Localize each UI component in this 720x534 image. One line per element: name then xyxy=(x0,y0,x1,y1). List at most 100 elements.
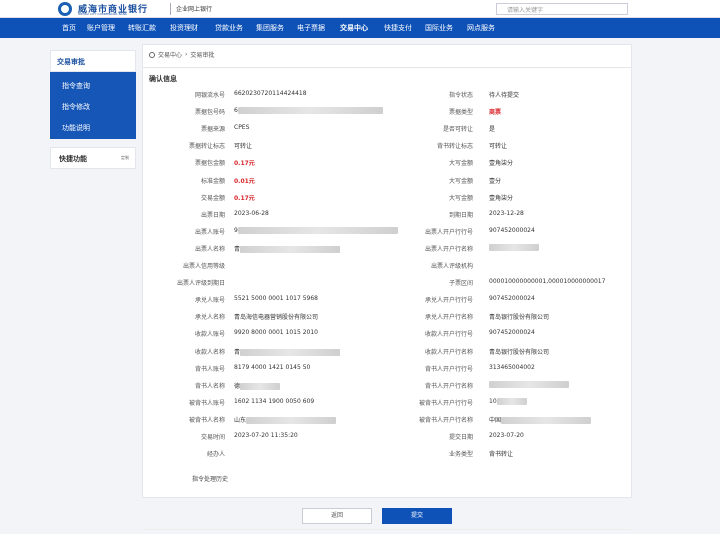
main-nav: 首页 账户管理 转账汇款 投资理财 贷款业务 集团服务 电子票据 交易中心 快捷… xyxy=(0,18,720,38)
redacted-mask xyxy=(489,243,539,251)
field-row: 被背书人名称 山东 被背书人开户行名称 中国 xyxy=(143,415,633,431)
field-label: 被背书人开户行行号 xyxy=(418,399,473,407)
field-value-text: 商票 xyxy=(489,109,502,117)
back-button[interactable]: 返回 xyxy=(302,508,372,524)
field-value: 10 xyxy=(489,397,527,405)
field-label: 被背书人开户行名称 xyxy=(418,416,473,424)
field-value: 山东 xyxy=(234,415,337,424)
field-label: 背书人账号 xyxy=(194,365,225,373)
quick-functions: 快捷功能 定制 xyxy=(50,147,136,169)
field-value-text: 5521 5000 0001 1017 5968 xyxy=(234,295,318,303)
field-row: 交易金额 0.17元 大写金额 壹角柒分 xyxy=(143,193,633,209)
nav-item-accounts[interactable]: 账户管理 xyxy=(87,23,115,33)
field-label: 背书人开户行名称 xyxy=(424,382,473,390)
quick-functions-title: 快捷功能 xyxy=(59,155,87,163)
field-label: 收款人开户行行号 xyxy=(424,331,473,339)
field-value-text: 壹角柒分 xyxy=(489,194,514,202)
field-value-text: 10 xyxy=(489,397,497,405)
field-value-text: 山东 xyxy=(234,416,247,424)
field-value: 可转让 xyxy=(234,141,252,150)
field-label: 业务类型 xyxy=(448,451,473,459)
field-value: 壹分 xyxy=(489,176,501,185)
nav-item-wealth[interactable]: 投资理财 xyxy=(170,23,198,33)
field-row: 承兑人账号 5521 5000 0001 1017 5968 承兑人开户行行号 907… xyxy=(143,295,633,311)
section-title: 确认信息 xyxy=(149,75,177,83)
field-value: 907452000024 xyxy=(489,295,535,302)
field-row: 票据包金额 0.17元 大写金额 壹角柒分 xyxy=(143,158,633,174)
field-value: 2023-06-28 xyxy=(234,210,269,217)
field-value: 0.17元 xyxy=(234,158,255,167)
nav-item-branches[interactable]: 网点服务 xyxy=(467,23,495,33)
field-row: 票据包号码 6 票据类型 商票 xyxy=(143,107,633,123)
field-value: 待人待提交 xyxy=(489,90,519,99)
field-value-text: 907452000024 xyxy=(489,226,535,234)
field-value: 2023-12-28 xyxy=(489,210,524,217)
breadcrumb: 交易中心 › 交易审批 xyxy=(149,50,214,59)
field-value-text: 1602 1134 1900 0050 609 xyxy=(234,397,315,405)
field-value-text: 313465004002 xyxy=(489,363,535,371)
breadcrumb-divider xyxy=(143,67,631,68)
field-value-text: 壹分 xyxy=(489,177,502,185)
field-value: 5521 5000 0001 1017 5968 xyxy=(234,295,318,302)
field-row: 出票人信用等级 出票人评级机构 xyxy=(143,261,633,277)
field-row: 经办人 业务类型 背书转让 xyxy=(143,449,633,465)
nav-item-loans[interactable]: 贷款业务 xyxy=(215,23,243,33)
field-label: 被背书人账号 xyxy=(188,399,225,407)
sidebar-title[interactable]: 交易审批 xyxy=(50,50,136,72)
field-row: 背书人名称 德 背书人开户行名称 xyxy=(143,380,633,397)
nav-item-trading-center[interactable]: 交易中心 xyxy=(340,23,368,33)
submit-button[interactable]: 提交 xyxy=(382,508,452,524)
field-value: 背书转让 xyxy=(489,449,513,458)
field-label: 大写金额 xyxy=(448,177,473,185)
bank-logo-icon[interactable] xyxy=(58,2,72,16)
field-value: 000010000000001,000010000000017 xyxy=(489,278,605,285)
breadcrumb-item[interactable]: 交易中心 xyxy=(158,50,182,59)
field-row: 出票人评级到期日 子票区间 000010000000001,000010000000… xyxy=(143,278,633,294)
nav-item-quickpay[interactable]: 快捷支付 xyxy=(384,23,412,33)
field-value-text: CPES xyxy=(234,124,250,132)
nav-item-group[interactable]: 集团服务 xyxy=(256,23,284,33)
field-label: 票据类型 xyxy=(448,109,473,117)
field-value: 6 xyxy=(234,107,383,115)
field-value-text: 2023-06-28 xyxy=(234,209,269,217)
field-value-text: 0.01元 xyxy=(234,177,255,185)
field-label: 子票区间 xyxy=(448,280,473,288)
sidebar-item-help[interactable]: 功能说明 xyxy=(50,116,136,137)
field-value: 6620230720114424418 xyxy=(234,90,307,97)
field-label: 大写金额 xyxy=(448,160,473,168)
redacted-mask xyxy=(501,416,592,424)
field-label: 背书人开户行行号 xyxy=(424,365,473,373)
field-value: 中国 xyxy=(489,415,592,424)
field-value-text: 2023-07-20 xyxy=(489,432,524,439)
field-value-text: 是 xyxy=(489,126,496,134)
sidebar-item-instruction-modify[interactable]: 指令修改 xyxy=(50,95,136,116)
field-label: 票据包金额 xyxy=(194,160,225,168)
field-value-text: 壹角柒分 xyxy=(489,160,514,168)
nav-item-home[interactable]: 首页 xyxy=(62,23,76,33)
nav-item-ebills[interactable]: 电子票据 xyxy=(297,23,325,33)
home-icon[interactable] xyxy=(149,51,155,58)
field-value-text: 6620230720114424418 xyxy=(234,90,307,97)
field-value: 8179 4000 1421 0145 50 xyxy=(234,364,310,371)
search-input[interactable]: 请输入关键字 xyxy=(496,3,628,15)
nav-item-international[interactable]: 国际业务 xyxy=(425,23,453,33)
field-label: 出票人开户行行号 xyxy=(424,228,473,236)
field-value-text: 待人待提交 xyxy=(489,92,520,99)
field-label: 票据包号码 xyxy=(194,109,225,117)
nav-item-transfer[interactable]: 转账汇款 xyxy=(128,23,156,33)
quick-functions-customize[interactable]: 定制 xyxy=(121,155,129,161)
field-value-text: 8179 4000 1421 0145 50 xyxy=(234,363,311,371)
field-value-text: 0.17元 xyxy=(234,160,255,168)
field-row: 票据转让标志 可转让 背书转让标志 可转让 xyxy=(143,141,633,157)
field-row: 标准金额 0.01元 大写金额 壹分 xyxy=(143,176,633,192)
field-label: 承兑人开户行名称 xyxy=(424,314,473,322)
field-value-text: 中国 xyxy=(489,416,502,424)
redacted-mask xyxy=(489,380,569,388)
field-value: 壹角柒分 xyxy=(489,158,513,167)
field-label: 是否可转让 xyxy=(442,126,473,134)
redacted-mask xyxy=(240,348,341,356)
field-label: 出票人评级机构 xyxy=(430,263,473,270)
sidebar-item-instruction-query[interactable]: 指令查询 xyxy=(50,74,136,95)
field-value: 青 xyxy=(234,347,341,356)
field-value: 0.01元 xyxy=(234,176,255,185)
